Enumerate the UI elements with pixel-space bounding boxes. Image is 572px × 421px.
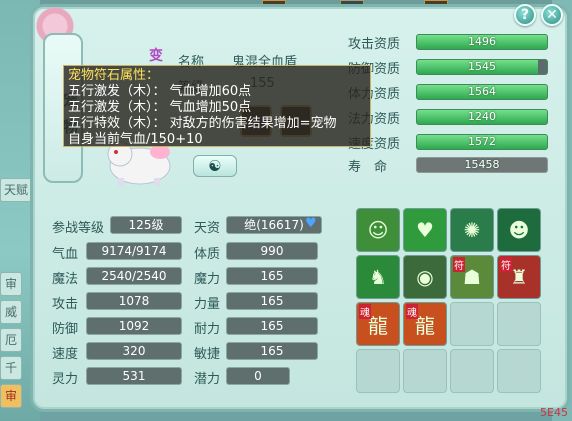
strength-value: 165 — [226, 292, 318, 310]
physique-value: 990 — [226, 242, 318, 260]
background-tab-3[interactable]: 厄 — [0, 328, 22, 352]
skill-glyph: ♥ — [416, 218, 434, 242]
tooltip-line: 五行激发（木）： 气血增加60点 — [68, 84, 252, 99]
magic-label: 魔力 — [194, 272, 221, 287]
background-tab-talent[interactable]: 天赋 — [0, 178, 32, 202]
empty-skill-slot[interactable] — [450, 302, 494, 346]
battle-level-value: 125级 — [110, 216, 182, 234]
defense-label: 防御 — [52, 322, 79, 337]
rune-tooltip: 宠物符石属性： 五行激发（木）： 气血增加60点 五行激发（木）： 气血增加50… — [63, 65, 371, 147]
skill-badge: 魂 — [406, 304, 418, 319]
skill-glyph: ◉ — [416, 265, 434, 289]
turtle-skill-icon[interactable]: ◉ — [403, 255, 447, 299]
skill-glyph: ☻ — [508, 218, 530, 242]
endurance-value: 165 — [226, 317, 318, 335]
resistance-bar: 15458 — [416, 157, 548, 173]
resistance-bar: 1572 — [416, 134, 548, 150]
defense-value: 1092 — [86, 317, 182, 335]
resistance-bar: 1240 — [416, 109, 548, 125]
speed-label: 速度 — [52, 347, 79, 362]
resistance-value: 1572 — [468, 135, 496, 148]
background-tab-5[interactable]: 审 — [0, 384, 22, 408]
talent-label: 天资 — [194, 221, 221, 236]
background-tab-4[interactable]: 千 — [0, 356, 22, 380]
empty-skill-slot[interactable] — [356, 349, 400, 393]
skill-glyph: ☗ — [463, 265, 481, 289]
green-head-skill-icon[interactable]: ☻ — [497, 208, 541, 252]
hp-value: 9174/9174 — [86, 242, 182, 260]
skill-badge: 符 — [453, 257, 465, 272]
mp-label: 魔法 — [52, 272, 79, 287]
agility-value: 165 — [226, 342, 318, 360]
battle-level-label: 参战等级 — [52, 221, 105, 236]
green-face-skill-icon[interactable]: ☺ — [356, 208, 400, 252]
strength-label: 力量 — [194, 297, 221, 312]
red-demon-skill-icon[interactable]: ♜ 符 — [497, 255, 541, 299]
resistance-bar: 1496 — [416, 34, 548, 50]
hp-label: 气血 — [52, 247, 79, 262]
skill-badge: 符 — [500, 257, 512, 272]
resistance-value: 15458 — [464, 158, 500, 171]
mp-value: 2540/2540 — [86, 267, 182, 285]
tooltip-line: 自身当前气血/150+10 — [68, 132, 203, 147]
potential-value: 0 — [226, 367, 290, 385]
spirit-value: 531 — [86, 367, 182, 385]
yin-yang-button[interactable]: ☯ — [193, 155, 237, 177]
skill-grid: ☺ ♥ ✺ ☻ ♞ ◉ ☗ 符 ♜ 符龍魂龍魂 — [356, 208, 544, 398]
resistance-label: 寿 命 — [348, 160, 388, 175]
physique-label: 体质 — [194, 247, 221, 262]
red-dragon-2-skill-icon[interactable]: 龍魂 — [403, 302, 447, 346]
resistance-value: 1240 — [468, 110, 496, 123]
empty-skill-slot[interactable] — [497, 302, 541, 346]
close-button[interactable]: ✕ — [541, 4, 563, 26]
tooltip-line: 五行特效（木）： 对敌方的伤害结果增加=宠物 — [68, 116, 337, 131]
tooltip-line: 五行激发（木）： 气血增加50点 — [68, 100, 252, 115]
empty-skill-slot[interactable] — [497, 349, 541, 393]
heart-icon[interactable]: ♥ — [305, 217, 319, 230]
skill-glyph: ♜ — [510, 265, 528, 289]
skill-glyph: ♞ — [369, 265, 387, 289]
skill-glyph: 龍 — [368, 313, 388, 338]
resistance-value: 1564 — [468, 85, 496, 98]
help-button[interactable]: ? — [514, 4, 536, 26]
background-tab-1[interactable]: 审 — [0, 272, 22, 296]
resistance-bar: 1564 — [416, 84, 548, 100]
background-tab-2[interactable]: 威 — [0, 300, 22, 324]
magic-value: 165 — [226, 267, 318, 285]
skill-badge: 魂 — [359, 304, 371, 319]
agility-label: 敏捷 — [194, 347, 221, 362]
resistance-value: 1545 — [468, 60, 496, 73]
empty-skill-slot[interactable] — [450, 349, 494, 393]
background-corner-text: 5E45 — [540, 406, 568, 419]
skill-glyph: ✺ — [463, 218, 481, 242]
green-heart-skill-icon[interactable]: ♥ — [403, 208, 447, 252]
resistance-value: 1496 — [468, 35, 496, 48]
transform-icon: 变 — [149, 48, 163, 64]
speed-value: 320 — [86, 342, 182, 360]
potential-label: 潜力 — [194, 372, 221, 387]
skill-glyph: 龍 — [415, 313, 435, 338]
green-swirl-skill-icon[interactable]: ✺ — [450, 208, 494, 252]
red-dragon-skill-icon[interactable]: 龍魂 — [356, 302, 400, 346]
resistance-bar: 1545 — [416, 59, 548, 75]
green-mask-skill-icon[interactable]: ☗ 符 — [450, 255, 494, 299]
resistance-label: 攻击资质 — [348, 37, 401, 52]
green-deer-skill-icon[interactable]: ♞ — [356, 255, 400, 299]
skill-glyph: ☺ — [367, 218, 389, 242]
tooltip-title: 宠物符石属性： — [68, 68, 160, 83]
endurance-label: 耐力 — [194, 322, 221, 337]
attack-label: 攻击 — [52, 297, 79, 312]
attack-value: 1078 — [86, 292, 182, 310]
empty-skill-slot[interactable] — [403, 349, 447, 393]
spirit-label: 灵力 — [52, 372, 79, 387]
